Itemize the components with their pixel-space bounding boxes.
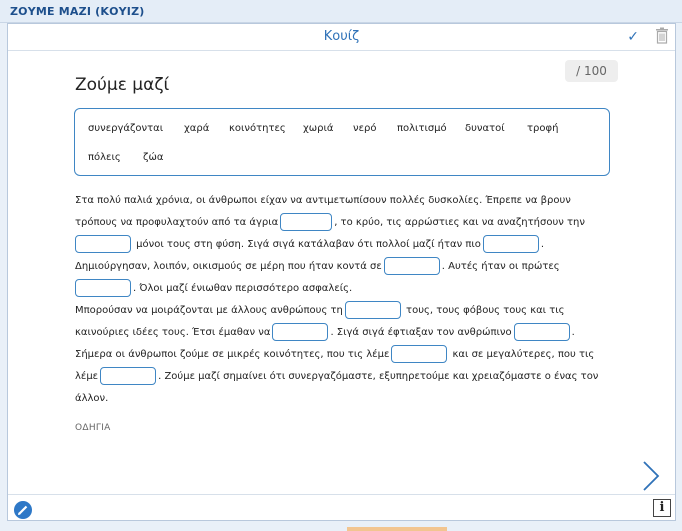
blank-input[interactable] [344, 301, 401, 319]
text-line: λέμε . Ζούμε μαζί σημαίνει ότι συνεργαζόμ… [75, 366, 598, 388]
text-segment: καινούριες ιδέες τους. Έτσι έμαθαν να [75, 327, 271, 338]
text-segment: λέμε [75, 371, 99, 382]
text-line: . Όλοι μαζί ένιωθαν περισσότερο ασφαλείς… [75, 278, 352, 300]
text-line: Μπορούσαν να μοιράζονται με άλλους ανθρώ… [75, 300, 565, 322]
text-segment: Στα πολύ παλιά χρόνια, οι άνθρωποι είχαν… [75, 195, 571, 206]
word-chip[interactable]: νερό [353, 123, 376, 134]
word-chip[interactable]: συνεργάζονται [88, 123, 163, 134]
quiz-footer: i [8, 494, 675, 521]
pencil-icon[interactable] [14, 501, 32, 519]
word-bank: συνεργάζονται χαρά κοινότητες χωριά νερό… [74, 108, 610, 176]
text-segment: τρόπους να προφυλαχτούν από τα άγρια [75, 217, 279, 228]
text-line: μόνοι τους στη φύση. Σιγά σιγά κατάλαβαν… [75, 234, 544, 256]
blank-input[interactable] [100, 367, 157, 385]
text-segment: , το κρύο, τις αρρώστιες και να αναζητήσ… [334, 217, 585, 228]
text-line: άλλον. [75, 388, 108, 410]
score-badge: / 100 [565, 60, 618, 82]
blank-input[interactable] [391, 345, 448, 363]
blank-input[interactable] [280, 213, 333, 231]
word-chip[interactable]: χαρά [184, 123, 209, 134]
text-segment: άλλον. [75, 393, 109, 404]
quiz-window: Κουίζ ✓ / 100 Ζούμε μαζί συνεργάζονται χ… [7, 23, 676, 521]
text-line: καινούριες ιδέες τους. Έτσι έμαθαν να . Σ… [75, 322, 575, 344]
text-segment: τους, τους φόβους τους και τις [402, 305, 565, 316]
bottom-tab-strip [347, 527, 447, 531]
header-title: Κουίζ [323, 29, 360, 44]
text-line: τρόπους να προφυλαχτούν από τα άγρια , το… [75, 212, 585, 234]
text-segment: . Σιγά σιγά έφτιαξαν τον ανθρώπινο [330, 327, 512, 338]
text-segment: . Όλοι μαζί ένιωθαν περισσότερο ασφαλείς… [133, 283, 353, 294]
blank-input[interactable] [482, 235, 539, 253]
blank-input[interactable] [75, 235, 131, 253]
instructions-label[interactable]: ΟΔΗΓΙΑ [75, 423, 111, 433]
text-segment: μόνοι τους στη φύση. Σιγά σιγά κατάλαβαν… [133, 239, 481, 250]
text-segment: . Ζούμε μαζί σημαίνει ότι συνεργαζόμαστε… [158, 371, 599, 382]
word-chip[interactable]: δυνατοί [465, 123, 505, 134]
text-line: Δημιούργησαν, λοιπόν, οικισμούς σε μέρη … [75, 256, 560, 278]
word-chip[interactable]: κοινότητες [229, 123, 286, 134]
app-title: ΖΟΥΜΕ ΜΑΖΙ (ΚΟΥΙΖ) [10, 5, 145, 18]
word-chip[interactable]: ζώα [143, 152, 163, 163]
word-chip[interactable]: τροφή [527, 123, 558, 134]
text-segment: . [540, 239, 545, 250]
text-segment: Δημιούργησαν, λοιπόν, οικισμούς σε μέρη … [75, 261, 382, 272]
text-segment: . [571, 327, 575, 338]
blank-input[interactable] [272, 323, 329, 341]
text-line: Στα πολύ παλιά χρόνια, οι άνθρωποι είχαν… [75, 190, 571, 212]
trash-icon[interactable] [655, 27, 669, 44]
text-segment: . Αυτές ήταν οι πρώτες [441, 261, 560, 272]
text-segment: και σε μεγαλύτερες, που τις [449, 349, 595, 360]
word-chip[interactable]: χωριά [303, 123, 333, 134]
word-chip[interactable]: πόλεις [88, 152, 121, 163]
chevron-right-icon[interactable] [641, 460, 661, 492]
text-segment: Σήμερα οι άνθρωποι ζούμε σε μικρές κοινό… [75, 349, 390, 360]
quiz-header: Κουίζ ✓ [8, 24, 675, 51]
info-icon[interactable]: i [653, 499, 671, 517]
blank-input[interactable] [75, 279, 131, 297]
blank-input[interactable] [513, 323, 570, 341]
text-segment: Μπορούσαν να μοιράζονται με άλλους ανθρώ… [75, 305, 343, 316]
check-icon[interactable]: ✓ [627, 29, 639, 45]
text-line: Σήμερα οι άνθρωποι ζούμε σε μικρές κοινό… [75, 344, 594, 366]
quiz-heading: Ζούμε μαζί [75, 75, 170, 95]
blank-input[interactable] [383, 257, 440, 275]
word-chip[interactable]: πολιτισμό [397, 123, 447, 134]
window-titlebar: ΖΟΥΜΕ ΜΑΖΙ (ΚΟΥΙΖ) [0, 0, 682, 23]
